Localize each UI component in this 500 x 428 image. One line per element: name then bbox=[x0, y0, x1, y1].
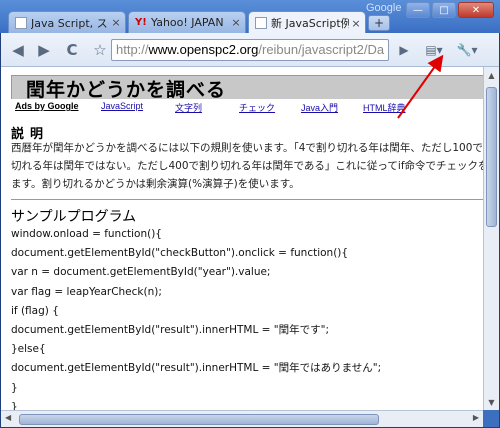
star-icon: ☆ bbox=[93, 41, 107, 59]
tab-active-javascript-example[interactable]: 新 JavaScript例… × bbox=[248, 11, 366, 34]
back-button[interactable]: ◀ bbox=[7, 39, 29, 61]
tab-title: 新 JavaScript例… bbox=[271, 17, 349, 30]
window-controls: — □ ✕ bbox=[406, 2, 494, 18]
page-title: 閏年かどうかを調べる bbox=[26, 79, 227, 101]
bookmark-star-button[interactable]: ☆ bbox=[89, 39, 111, 61]
scroll-left-icon[interactable]: ◀ bbox=[5, 413, 11, 422]
code-line: document.getElementById("checkButton").o… bbox=[11, 247, 349, 260]
code-line: window.onload = function(){ bbox=[11, 228, 162, 240]
toolbar: ◀ ▶ C ☆ http://www.openspc2.org/reibun/j… bbox=[1, 33, 499, 67]
forward-button[interactable]: ▶ bbox=[33, 39, 55, 61]
page-menu-icon: ▤▾ bbox=[425, 43, 443, 57]
scroll-down-icon[interactable]: ▼ bbox=[484, 394, 499, 410]
address-bar[interactable]: http://www.openspc2.org/reibun/javascrip… bbox=[111, 39, 389, 61]
vertical-scroll-thumb[interactable] bbox=[486, 87, 497, 227]
code-line: } bbox=[11, 400, 18, 410]
section-divider bbox=[11, 199, 483, 200]
reload-button[interactable]: C bbox=[61, 39, 83, 61]
new-tab-button[interactable]: + bbox=[368, 15, 390, 31]
code-line: document.getElementById("result").innerH… bbox=[11, 362, 382, 375]
tab-title: Yahoo! JAPAN bbox=[151, 16, 224, 29]
reload-icon: C bbox=[66, 41, 78, 59]
wrench-icon: 🔧▾ bbox=[456, 43, 478, 57]
tab-yahoo[interactable]: Y! Yahoo! JAPAN × bbox=[128, 11, 246, 33]
ad-link-check[interactable]: チェック bbox=[239, 101, 275, 114]
description-line: ます。割り切れるかどうかは剰余演算(%演算子)を使います。 bbox=[11, 178, 300, 190]
forward-arrow-icon: ▶ bbox=[38, 41, 50, 59]
description-line: 西暦年が閏年かどうかを調べるには以下の規則を使います。「4で割り切れる年は閏年、… bbox=[11, 142, 483, 154]
section-title-sample-program: サンプルプログラム bbox=[11, 209, 137, 225]
back-arrow-icon: ◀ bbox=[12, 41, 24, 59]
tab-close-icon[interactable]: × bbox=[109, 16, 123, 29]
tools-menu-button[interactable]: 🔧▾ bbox=[453, 39, 481, 61]
minimize-button[interactable]: — bbox=[406, 2, 430, 18]
description-line: 切れる年は閏年ではない。ただし400で割り切れる年は閏年である」これに従ってif… bbox=[11, 160, 483, 172]
yahoo-icon: Y! bbox=[135, 16, 147, 28]
tab-strip: Java Script, スタ… × Y! Yahoo! JAPAN × 新 J… bbox=[8, 11, 390, 34]
code-line: if (flag) { bbox=[11, 304, 59, 317]
ads-by-google-link[interactable]: Ads by Google bbox=[15, 101, 79, 111]
ad-links-row: Ads by Google JavaScript 文字列 チェック Java入門… bbox=[15, 101, 406, 115]
horizontal-scroll-thumb[interactable] bbox=[19, 414, 379, 425]
title-bar: Google — □ ✕ Java Script, スタ… × Y! Yahoo… bbox=[0, 0, 500, 34]
ad-link-javascript[interactable]: JavaScript bbox=[101, 101, 143, 111]
code-block: window.onload = function(){ document.get… bbox=[11, 225, 381, 410]
scroll-up-icon[interactable]: ▲ bbox=[484, 67, 499, 83]
tab-close-icon[interactable]: × bbox=[349, 17, 363, 30]
tab-title: Java Script, スタ… bbox=[31, 16, 109, 30]
tab-close-icon[interactable]: × bbox=[229, 16, 243, 29]
code-line: } bbox=[11, 381, 18, 394]
ad-link-html-dictionary[interactable]: HTML辞典 bbox=[363, 101, 406, 114]
url-path: /reibun/javascript2/Da bbox=[258, 42, 385, 57]
page-icon bbox=[15, 16, 27, 29]
ad-link-string[interactable]: 文字列 bbox=[175, 101, 202, 114]
code-line: document.getElementById("result").innerH… bbox=[11, 324, 329, 337]
go-arrow-icon: ▶ bbox=[399, 43, 409, 57]
tab-javascript[interactable]: Java Script, スタ… × bbox=[8, 11, 126, 33]
horizontal-scrollbar[interactable]: ◀ ▶ bbox=[1, 410, 483, 427]
url-host: www.openspc2.org bbox=[148, 42, 259, 57]
vertical-scrollbar[interactable]: ▲ ▼ bbox=[483, 67, 499, 410]
maximize-button[interactable]: □ bbox=[432, 2, 456, 18]
scroll-right-icon[interactable]: ▶ bbox=[473, 413, 479, 422]
page-icon bbox=[255, 17, 267, 29]
close-window-button[interactable]: ✕ bbox=[458, 2, 494, 18]
code-line: var n = document.getElementById("year").… bbox=[11, 266, 271, 279]
ad-link-java-intro[interactable]: Java入門 bbox=[301, 101, 338, 114]
page-heading-bar: 閏年かどうかを調べる bbox=[11, 75, 483, 101]
code-line: }else{ bbox=[11, 343, 46, 356]
page-viewport: 閏年かどうかを調べる Ads by Google JavaScript 文字列 … bbox=[1, 67, 483, 410]
code-line: var flag = leapYearCheck(n); bbox=[11, 285, 162, 298]
url-scheme: http:// bbox=[116, 42, 149, 57]
page-menu-button[interactable]: ▤▾ bbox=[421, 39, 447, 61]
description-text: 西暦年が閏年かどうかを調べるには以下の規則を使います。「4で割り切れる年は閏年、… bbox=[11, 139, 483, 193]
go-button[interactable]: ▶ bbox=[393, 39, 415, 61]
